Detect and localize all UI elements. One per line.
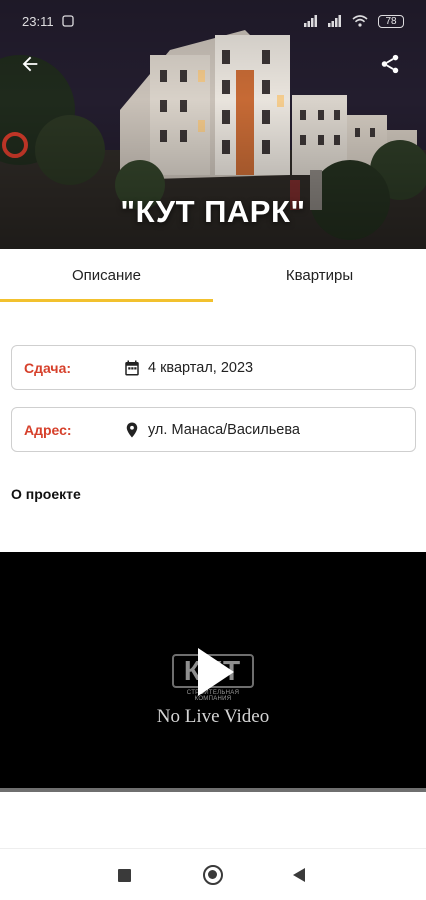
battery-indicator: 78	[378, 14, 404, 28]
share-button[interactable]	[374, 48, 406, 80]
system-navigation-bar	[0, 848, 426, 900]
share-icon	[381, 54, 399, 74]
system-back-button[interactable]	[293, 868, 305, 882]
notification-icon	[61, 15, 74, 27]
play-icon[interactable]	[196, 646, 236, 698]
no-live-video-message: No Live Video	[156, 706, 270, 727]
delivery-card: Сдача: 4 квартал, 2023	[11, 345, 416, 390]
project-title: "КУТ ПАРК"	[120, 194, 306, 229]
tab-description[interactable]: Описание	[0, 249, 213, 302]
delivery-label: Сдача:	[24, 359, 72, 376]
signal-icon	[304, 15, 317, 27]
recent-apps-button[interactable]	[118, 869, 131, 882]
home-button[interactable]	[203, 865, 223, 885]
tab-bar: Описание Квартиры	[0, 249, 426, 302]
address-card: Адрес: ул. Манаса/Васильева	[11, 407, 416, 452]
tab-apartments-label: Квартиры	[285, 267, 354, 284]
wifi-icon	[352, 15, 368, 27]
address-value: ул. Манаса/Васильева	[148, 421, 300, 438]
status-bar: 23:11 78	[0, 0, 426, 34]
about-project-title: О проекте	[11, 486, 81, 502]
delivery-value: 4 квартал, 2023	[148, 359, 254, 376]
signal-icon-2	[328, 15, 341, 27]
address-label: Адрес:	[24, 421, 72, 438]
video-progress-track	[0, 788, 426, 792]
location-pin-icon	[126, 422, 138, 437]
status-time: 23:11	[22, 13, 54, 29]
calendar-icon	[125, 360, 139, 375]
back-button[interactable]	[14, 48, 46, 80]
arrow-left-icon	[22, 56, 38, 72]
tab-description-label: Описание	[71, 267, 142, 284]
tab-apartments[interactable]: Квартиры	[213, 249, 426, 302]
